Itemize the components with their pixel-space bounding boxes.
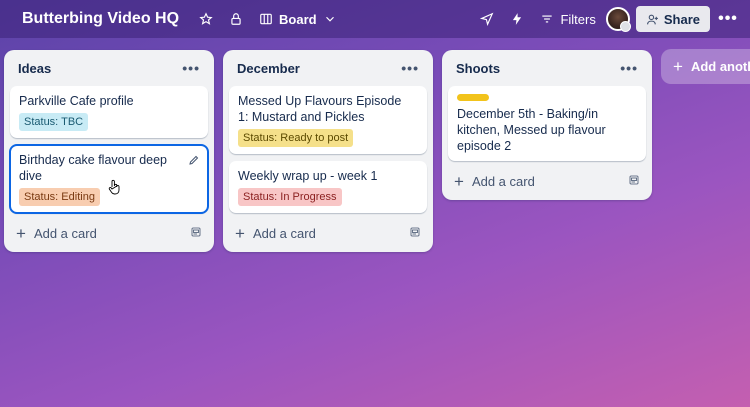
power-ups-icon[interactable] bbox=[474, 6, 500, 32]
add-list-label: Add another list bbox=[690, 59, 750, 74]
list-menu-button[interactable]: ••• bbox=[401, 60, 419, 76]
status-badge: Status: Ready to post bbox=[238, 129, 354, 147]
card-title: Messed Up Flavours Episode 1: Mustard an… bbox=[238, 94, 402, 124]
board-menu-button[interactable]: ••• bbox=[714, 10, 742, 28]
add-list-button[interactable]: + Add another list bbox=[661, 49, 750, 84]
add-card-button[interactable]: + Add a card bbox=[448, 168, 646, 194]
list-ideas: Ideas ••• Parkville Cafe profile Status:… bbox=[4, 50, 214, 252]
share-button[interactable]: Share bbox=[635, 6, 710, 32]
board-title[interactable]: Butterbing Video HQ bbox=[22, 10, 179, 28]
plus-icon: + bbox=[673, 56, 683, 76]
board-view-label: Board bbox=[279, 11, 317, 27]
pencil-icon[interactable] bbox=[188, 154, 200, 166]
share-label: Share bbox=[663, 11, 700, 27]
list-title[interactable]: Ideas bbox=[18, 61, 182, 76]
filters-label: Filters bbox=[560, 11, 596, 27]
lock-icon[interactable] bbox=[223, 6, 249, 32]
list-header[interactable]: Shoots ••• bbox=[448, 50, 646, 86]
list-header[interactable]: Ideas ••• bbox=[10, 50, 208, 86]
add-card-button[interactable]: + Add a card bbox=[229, 220, 427, 246]
template-icon[interactable] bbox=[409, 226, 421, 241]
hand-cursor-icon bbox=[108, 179, 120, 195]
status-badge: Status: Editing bbox=[19, 188, 100, 206]
card[interactable]: Parkville Cafe profile Status: TBC bbox=[10, 86, 208, 138]
automation-icon[interactable] bbox=[504, 6, 530, 32]
star-icon[interactable] bbox=[193, 6, 219, 32]
person-add-icon bbox=[646, 14, 658, 24]
card-title: December 5th - Baking/in kitchen, Messed… bbox=[457, 107, 606, 153]
template-icon[interactable] bbox=[190, 226, 202, 241]
add-card-button[interactable]: + Add a card bbox=[10, 220, 208, 246]
add-card-label: Add a card bbox=[252, 225, 316, 241]
card-selected[interactable]: Birthday cake flavour deep dive Status: … bbox=[9, 144, 209, 214]
card[interactable]: Messed Up Flavours Episode 1: Mustard an… bbox=[229, 86, 427, 154]
add-card-label: Add a card bbox=[33, 225, 97, 241]
add-card-label: Add a card bbox=[471, 173, 535, 189]
card-label-yellow[interactable] bbox=[457, 94, 489, 101]
list-title[interactable]: December bbox=[237, 61, 401, 76]
status-badge: Status: TBC bbox=[19, 113, 89, 131]
plus-icon: + bbox=[16, 223, 26, 243]
chevron-down-icon bbox=[325, 16, 334, 22]
filters-button[interactable]: Filters bbox=[540, 11, 596, 27]
filter-icon bbox=[542, 15, 553, 23]
list-header[interactable]: December ••• bbox=[229, 50, 427, 86]
card-title: Weekly wrap up - week 1 bbox=[238, 169, 378, 183]
card[interactable]: Weekly wrap up - week 1 Status: In Progr… bbox=[229, 161, 427, 213]
list-december: December ••• Messed Up Flavours Episode … bbox=[223, 50, 433, 252]
list-shoots: Shoots ••• December 5th - Baking/in kitc… bbox=[442, 50, 652, 200]
list-menu-button[interactable]: ••• bbox=[182, 60, 200, 76]
card-title: Parkville Cafe profile bbox=[19, 94, 134, 108]
list-menu-button[interactable]: ••• bbox=[620, 60, 638, 76]
status-badge: Status: In Progress bbox=[238, 188, 342, 206]
plus-icon: + bbox=[235, 223, 245, 243]
template-icon[interactable] bbox=[628, 174, 640, 189]
avatar[interactable] bbox=[605, 7, 631, 32]
card[interactable]: December 5th - Baking/in kitchen, Messed… bbox=[448, 86, 646, 161]
board-header: Butterbing Video HQ Board Filters Share … bbox=[0, 0, 750, 38]
board-icon bbox=[260, 13, 272, 25]
plus-icon: + bbox=[454, 171, 464, 191]
list-title[interactable]: Shoots bbox=[456, 61, 620, 76]
board-view-button[interactable]: Board bbox=[259, 12, 337, 27]
